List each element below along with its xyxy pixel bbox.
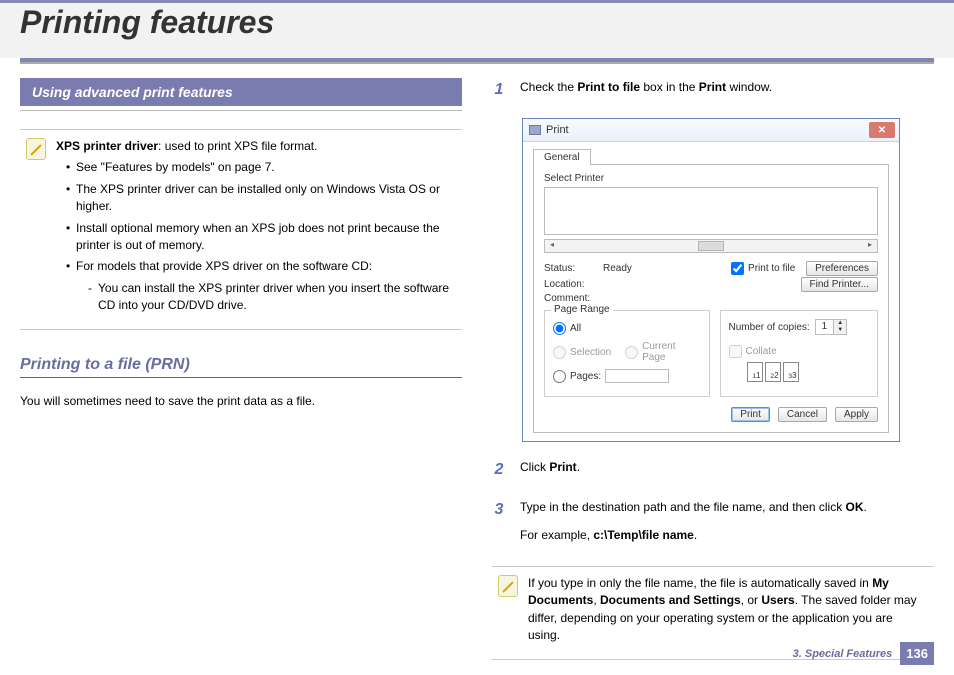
note-bullet-text: For models that provide XPS driver on th… <box>76 259 372 273</box>
note2-text: If you type in only the file name, the f… <box>528 575 928 645</box>
radio-current-page[interactable] <box>625 346 638 359</box>
step-3-example: For example, c:\Temp\file name. <box>520 526 934 544</box>
chevron-down-icon[interactable]: ▼ <box>834 327 846 334</box>
note-bullet: Install optional memory when an XPS job … <box>66 220 456 255</box>
status-value: Ready <box>603 263 727 274</box>
radio-all-label: All <box>570 323 581 334</box>
note-xps: XPS printer driver: used to print XPS fi… <box>20 129 462 330</box>
step-number-1: 1 <box>492 78 506 106</box>
scroll-right-icon[interactable]: ▸ <box>863 240 877 252</box>
collate-label: Collate <box>746 346 777 357</box>
note-lead-rest: : used to print XPS file format. <box>158 139 317 153</box>
pages-input[interactable] <box>605 369 669 383</box>
dialog-title: Print <box>546 124 569 136</box>
page-number: 136 <box>900 642 934 665</box>
collate-illustration: 11 22 33 <box>747 362 869 382</box>
preferences-button[interactable]: Preferences <box>806 261 878 276</box>
printer-list[interactable] <box>544 187 878 235</box>
tab-general[interactable]: General <box>533 149 591 165</box>
radio-current-page-label: Current Page <box>642 341 700 363</box>
section-heading-prn: Printing to a file (PRN) <box>20 356 462 378</box>
cancel-button[interactable]: Cancel <box>778 407 827 422</box>
print-dialog: Print ✕ General Select Printer ◂ ▸ Statu… <box>522 118 900 442</box>
step-2-text: Click Print. <box>520 458 934 476</box>
radio-selection-label: Selection <box>570 347 611 358</box>
rule <box>20 110 462 111</box>
radio-all[interactable] <box>553 322 566 335</box>
note-bullet: See "Features by models" on page 7. <box>66 159 456 176</box>
note-sub-bullet: You can install the XPS printer driver w… <box>88 280 456 315</box>
page-range-legend: Page Range <box>551 304 613 315</box>
copies-stepper[interactable]: 1 ▲ ▼ <box>815 319 848 335</box>
printer-icon <box>529 125 541 135</box>
note-icon <box>498 575 518 597</box>
print-to-file-label: Print to file <box>748 263 795 274</box>
note-bullet: For models that provide XPS driver on th… <box>66 258 456 314</box>
step-1-text: Check the Print to file box in the Print… <box>520 78 934 96</box>
location-label: Location: <box>544 279 599 290</box>
scroll-left-icon[interactable]: ◂ <box>545 240 559 252</box>
footer-chapter: 3. Special Features <box>793 648 893 660</box>
intro-text: You will sometimes need to save the prin… <box>20 392 462 410</box>
page-title: Printing features <box>20 5 934 40</box>
status-label: Status: <box>544 263 599 274</box>
copies-value: 1 <box>816 320 834 334</box>
copies-label: Number of copies: <box>729 322 810 333</box>
note-lead-bold: XPS printer driver <box>56 139 158 153</box>
print-to-file-checkbox[interactable] <box>731 262 744 275</box>
close-icon[interactable]: ✕ <box>869 122 895 138</box>
comment-label: Comment: <box>544 293 599 304</box>
printer-list-scrollbar[interactable]: ◂ ▸ <box>544 239 878 253</box>
find-printer-button[interactable]: Find Printer... <box>801 277 878 292</box>
collate-checkbox[interactable] <box>729 345 742 358</box>
radio-pages[interactable] <box>553 370 566 383</box>
chevron-up-icon[interactable]: ▲ <box>834 320 846 327</box>
note-icon <box>26 138 46 160</box>
scroll-thumb[interactable] <box>698 241 724 251</box>
step-number-2: 2 <box>492 458 506 486</box>
print-button[interactable]: Print <box>731 407 770 422</box>
note-bullet: The XPS printer driver can be installed … <box>66 181 456 216</box>
step-number-3: 3 <box>492 498 506 554</box>
radio-pages-label: Pages: <box>570 371 601 382</box>
step-3-text: Type in the destination path and the fil… <box>520 498 934 516</box>
section-heading-advanced: Using advanced print features <box>20 78 462 106</box>
radio-selection[interactable] <box>553 346 566 359</box>
select-printer-label: Select Printer <box>544 173 878 184</box>
apply-button[interactable]: Apply <box>835 407 878 422</box>
note-lead: XPS printer driver: used to print XPS fi… <box>56 138 456 155</box>
